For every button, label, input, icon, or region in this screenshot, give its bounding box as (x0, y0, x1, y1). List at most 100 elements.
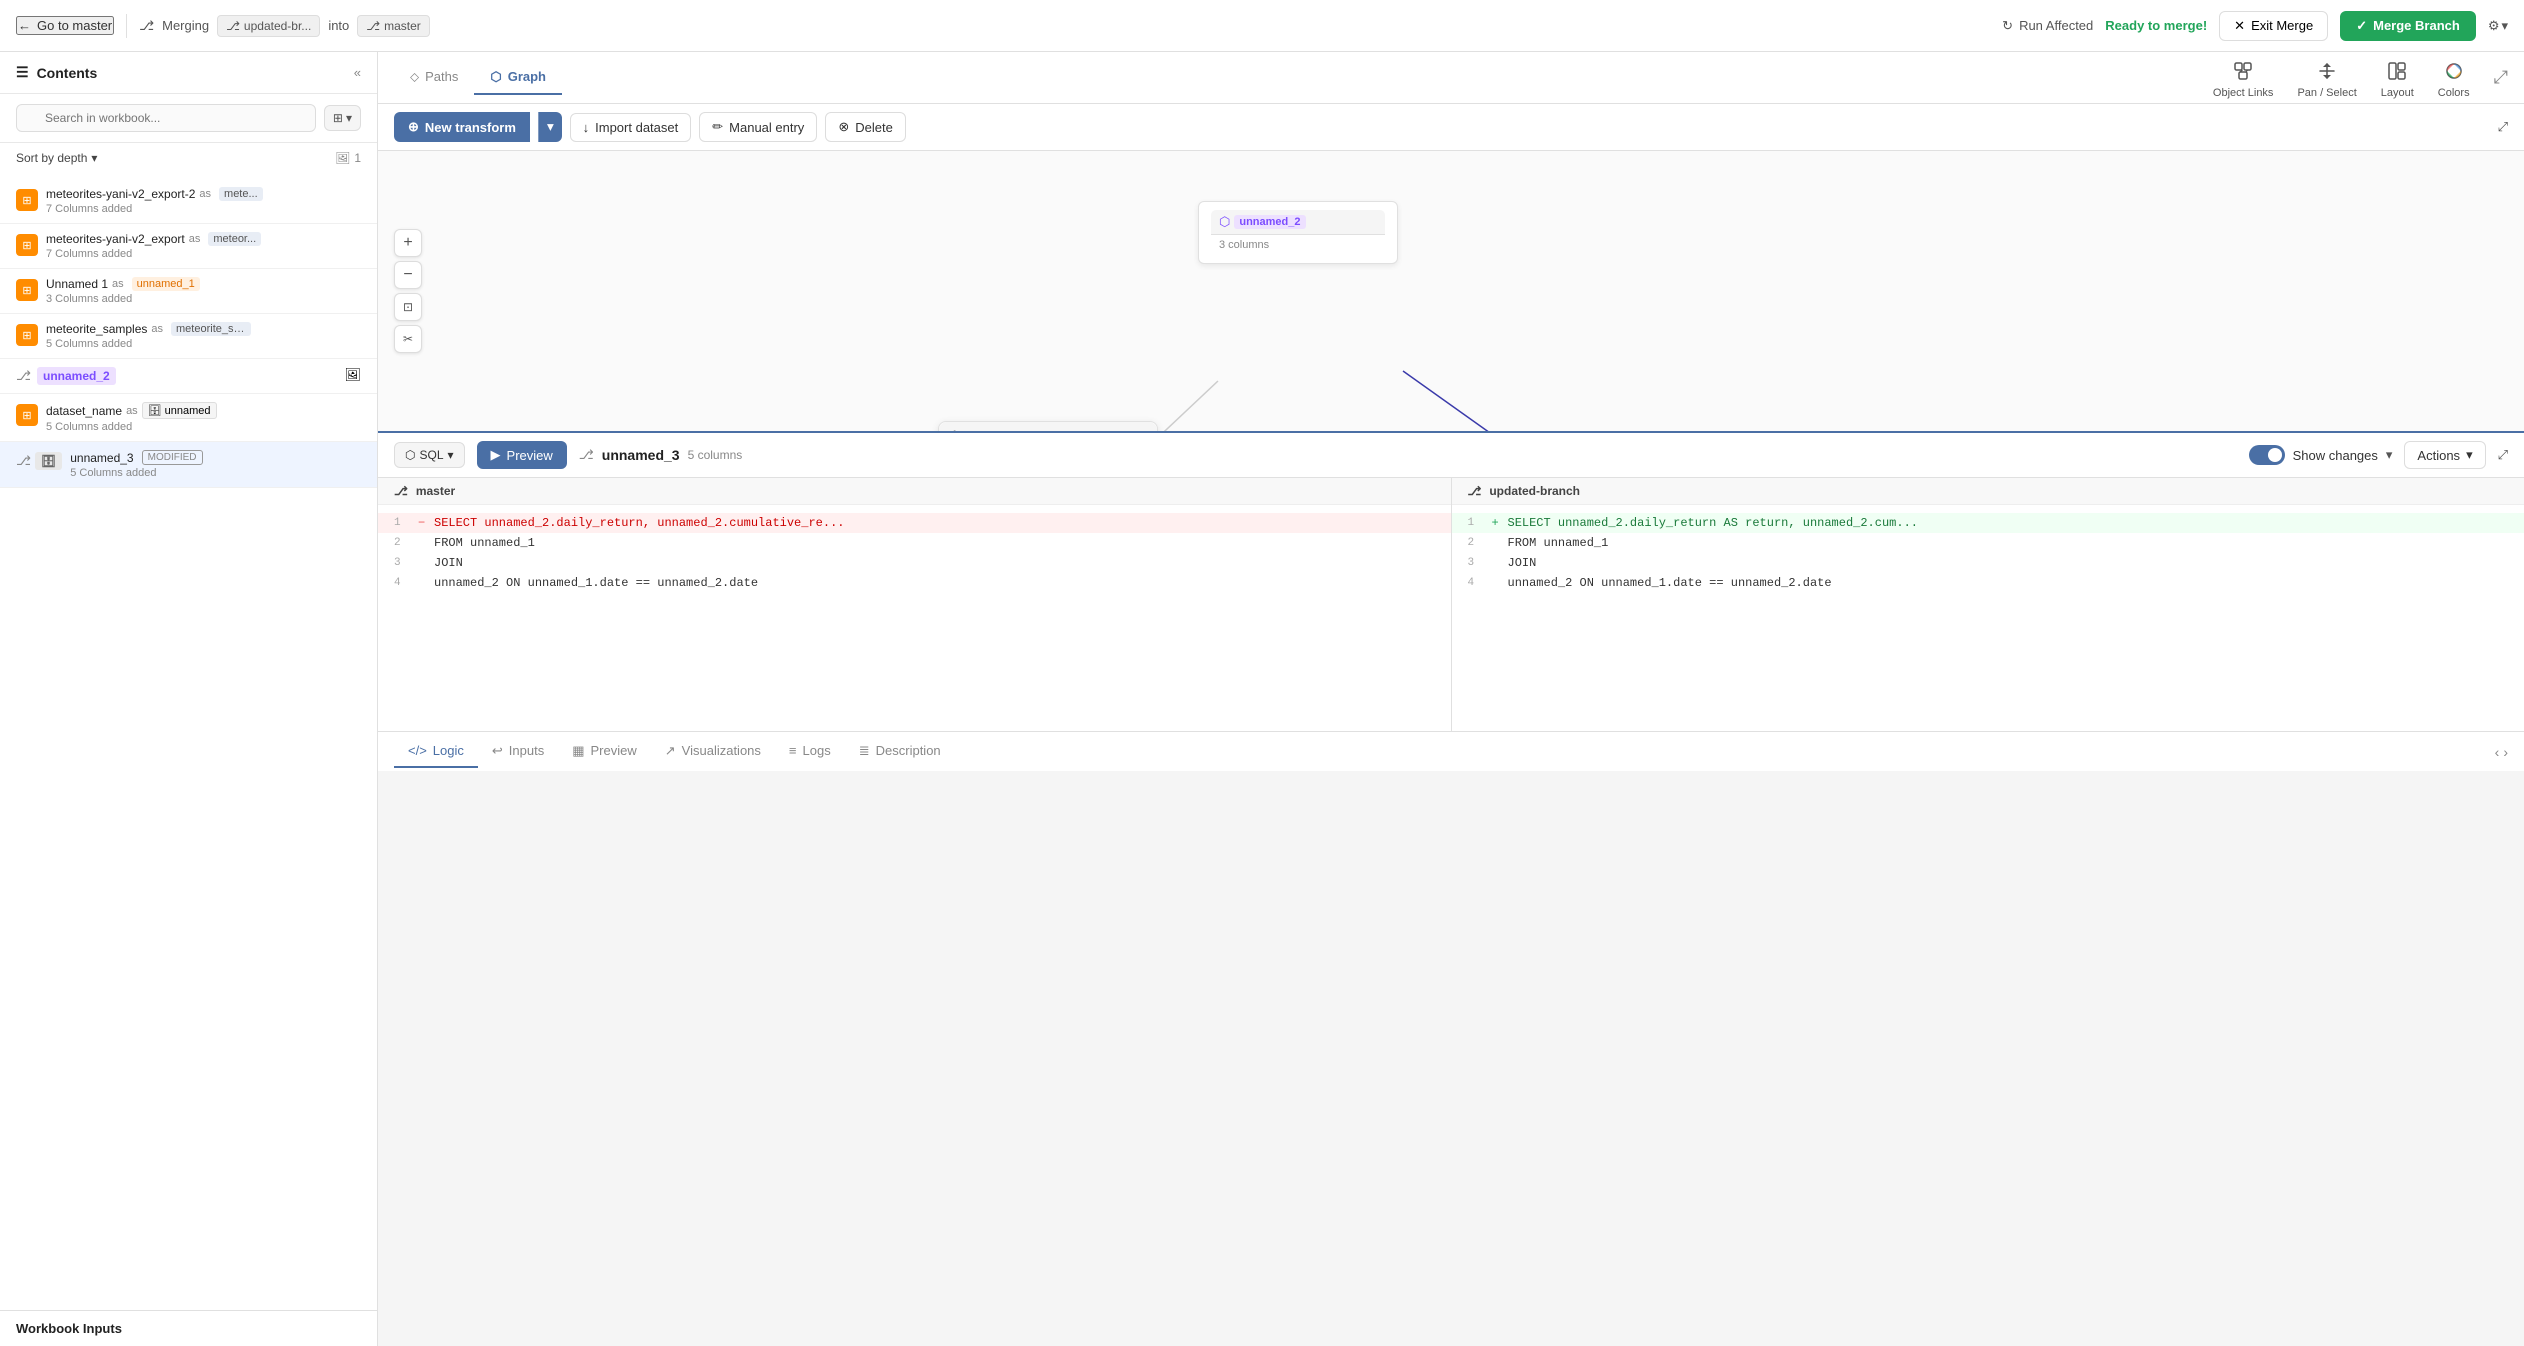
tool-pan-select[interactable]: Pan / Select (2289, 53, 2364, 103)
tool-colors[interactable]: Colors (2430, 53, 2478, 103)
tab-description[interactable]: ≣ Description (845, 735, 955, 769)
delete-button[interactable]: ⊗ Delete (825, 112, 905, 142)
fit-button[interactable]: ⊡ (394, 293, 422, 321)
unnamed-2-graph-node[interactable]: ⬡ unnamed_2 3 columns (1198, 201, 1398, 264)
filter-button[interactable]: ⊞ ▾ (324, 105, 361, 131)
manual-entry-expand[interactable]: ⤢ (1137, 428, 1147, 431)
tool-object-links[interactable]: Object Links (2205, 53, 2282, 103)
chevron-down-icon: ▾ (2501, 18, 2508, 34)
tabs-nav: ‹ › (2495, 744, 2508, 760)
sidebar-item-unnamed-2[interactable]: ⎇ unnamed_2 🖼 (0, 359, 377, 394)
tabs-prev-button[interactable]: ‹ (2495, 744, 2500, 760)
fullscreen-graph-button[interactable]: ⤢ (2494, 67, 2508, 88)
item-content-7: unnamed_3 MODIFIED 5 Columns added (70, 450, 361, 479)
zoom-out-button[interactable]: − (394, 261, 422, 289)
sidebar-item-unnamed-3[interactable]: ⎇ 🗄 unnamed_3 MODIFIED 5 Columns added (0, 442, 377, 488)
tab-inputs[interactable]: ↩ Inputs (478, 735, 558, 769)
item-cols-2: 7 Columns added (46, 248, 361, 260)
master-branch-icon: ⎇ (394, 484, 408, 498)
item-cols-6: 5 Columns added (46, 421, 361, 433)
item-icon-2: ⊞ (16, 234, 38, 256)
merge-branch-button[interactable]: ✓ Merge Branch (2340, 11, 2476, 41)
tab-logs[interactable]: ≡ Logs (775, 735, 845, 768)
preview-tab-label: Preview (591, 743, 637, 758)
item-name-2: meteorites-yani-v2_export (46, 232, 185, 246)
logic-tab-label: Logic (433, 743, 464, 758)
sidebar-item-dataset-name[interactable]: ⊞ dataset_name as 🗄 unnamed 5 Columns ad… (0, 394, 377, 442)
exit-merge-button[interactable]: ✕ Exit Merge (2219, 11, 2328, 41)
sort-chevron-icon: ▾ (91, 151, 97, 165)
actions-label: Actions (2417, 448, 2460, 463)
filter-chevron: ▾ (346, 111, 352, 125)
plus-icon: ⊕ (408, 119, 419, 135)
item-image-icon: 🖼 (344, 367, 361, 383)
branch-icon-2: ⎇ (226, 19, 240, 33)
logs-icon: ≡ (789, 743, 797, 758)
tab-preview[interactable]: ▦ Preview (558, 735, 651, 769)
hamburger-icon: ☰ (16, 64, 29, 81)
item-icon-6: ⊞ (16, 404, 38, 426)
run-affected-button[interactable]: ↻ Run Affected (2002, 18, 2093, 34)
run-icon: ↻ (2002, 18, 2013, 34)
manual-entry-label: Manual entry (729, 120, 804, 135)
merge-branch-label: Merge Branch (2373, 18, 2460, 33)
manual-entry-dots[interactable]: ••• (1117, 429, 1131, 432)
scissors-button[interactable]: ✂ (394, 325, 422, 353)
sidebar-item-unnamed-1[interactable]: ⊞ Unnamed 1 as unnamed_1 3 Columns added (0, 269, 377, 314)
x-icon: ✕ (2234, 18, 2245, 34)
expand-button[interactable]: ⤢ (2498, 119, 2508, 135)
actions-chevron: ▾ (2466, 447, 2473, 463)
unnamed-3-badge: 🗄 (35, 452, 62, 470)
sidebar-title: Contents (37, 65, 98, 81)
bottom-fullscreen-button[interactable]: ⤢ (2498, 447, 2508, 463)
item-content-6: dataset_name as 🗄 unnamed 5 Columns adde… (46, 402, 361, 433)
updated-diff-code[interactable]: 1 + SELECT unnamed_2.daily_return AS ret… (1452, 505, 2524, 731)
bottom-header-right: Show changes ▾ Actions ▾ ⤢ (2249, 441, 2508, 469)
import-dataset-button[interactable]: ↓ Import dataset (570, 113, 692, 142)
tool-layout[interactable]: Layout (2373, 53, 2422, 103)
graph-and-bottom: ⊕ New transform ▾ ↓ Import dataset ✏ Man… (378, 104, 2524, 1346)
tab-logic[interactable]: </> Logic (394, 735, 478, 768)
new-transform-button[interactable]: ⊕ New transform (394, 112, 530, 142)
sidebar-item-meteorite-samples[interactable]: ⊞ meteorite_samples as meteorite_sa... 5… (0, 314, 377, 359)
tab-paths[interactable]: ⬦ Paths (394, 61, 474, 95)
sql-selector-chevron: ▾ (448, 448, 454, 462)
visualizations-tab-label: Visualizations (682, 743, 761, 758)
unnamed-2-badge: unnamed_2 (37, 367, 116, 385)
item-row-2: meteorites-yani-v2_export as meteor... (46, 232, 361, 246)
target-branch-badge[interactable]: ⎇ master (357, 15, 430, 37)
graph-icon: ⬡ (490, 69, 501, 85)
sql-selector[interactable]: ⬡ SQL ▾ (394, 442, 465, 468)
preview-button[interactable]: ▶ Preview (477, 441, 567, 469)
source-branch-badge[interactable]: ⎇ updated-br... (217, 15, 320, 37)
back-to-master-button[interactable]: ← Go to master (16, 16, 114, 35)
search-input[interactable] (16, 104, 316, 132)
toggle-switch[interactable] (2249, 445, 2285, 465)
tabs-next-button[interactable]: › (2503, 744, 2508, 760)
bottom-tabs: </> Logic ↩ Inputs ▦ Preview ↗ Visualiza… (378, 731, 2524, 771)
collapse-button[interactable]: « (354, 65, 361, 80)
actions-button[interactable]: Actions ▾ (2404, 441, 2485, 469)
search-wrap: 🔍 (16, 104, 316, 132)
diff-pane-updated: ⎇ updated-branch 1 + SELECT unnamed_2.da… (1452, 478, 2524, 731)
new-transform-dropdown-button[interactable]: ▾ (538, 112, 562, 142)
sidebar-item-meteorites-v2-export[interactable]: ⊞ meteorites-yani-v2_export as meteor...… (0, 224, 377, 269)
sort-by-depth[interactable]: Sort by depth ▾ (16, 151, 97, 165)
sql-selector-icon: ⬡ (405, 448, 415, 462)
code-line: 2 FROM unnamed_1 (378, 533, 1451, 553)
manual-entry-button[interactable]: ✏ Manual entry (699, 112, 817, 142)
master-branch-header: ⎇ master (378, 478, 1451, 505)
settings-button[interactable]: ⚙ ▾ (2488, 18, 2508, 34)
sidebar-item-meteorites-v2-export-2[interactable]: ⊞ meteorites-yani-v2_export-2 as mete...… (0, 179, 377, 224)
master-diff-code: 1 − SELECT unnamed_2.daily_return, unnam… (378, 505, 1451, 731)
updated-branch-header: ⎇ updated-branch (1452, 478, 2524, 505)
manual-entry-graph-node[interactable]: ⬡ MANUAL ENTRY 0 ••• ⤢ (938, 421, 1158, 431)
item-cols-7: 5 Columns added (70, 467, 361, 479)
tab-visualizations[interactable]: ↗ Visualizations (651, 735, 775, 769)
transform-name-section: ⎇ unnamed_3 5 columns (579, 447, 743, 463)
show-changes-dropdown[interactable]: ▾ (2386, 447, 2393, 463)
target-branch-label: master (384, 19, 421, 33)
zoom-in-button[interactable]: + (394, 229, 422, 257)
tab-graph[interactable]: ⬡ Graph (474, 61, 562, 95)
paths-tab-label: Paths (425, 69, 458, 84)
